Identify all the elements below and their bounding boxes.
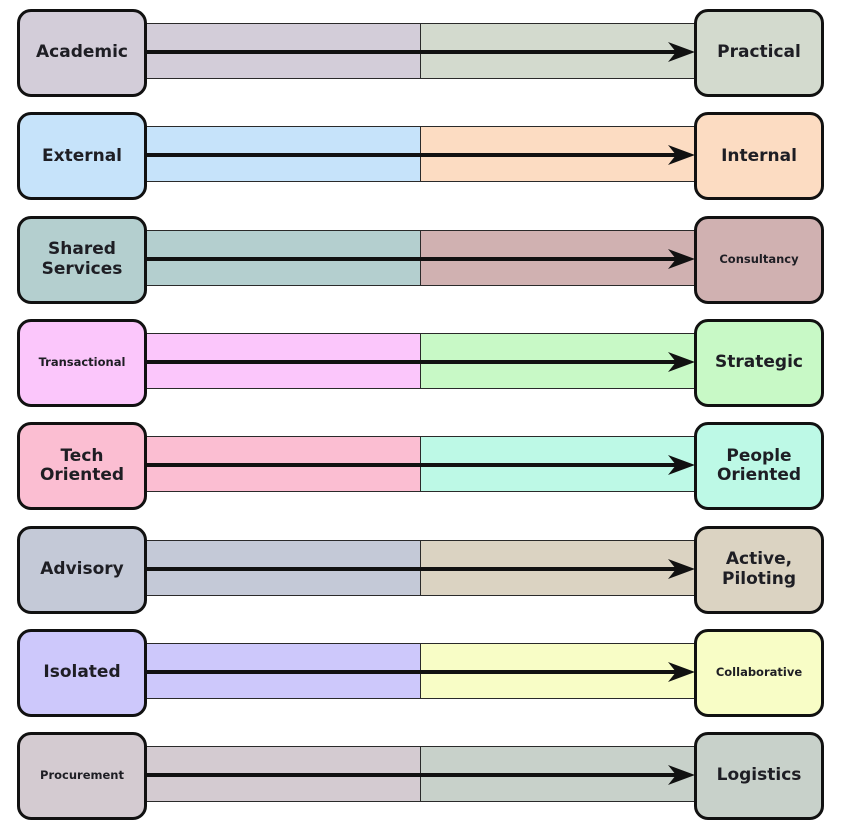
- arrow-right-icon: [140, 248, 695, 269]
- spectrum-row: Shared Services Consultancy: [0, 215, 844, 306]
- spectrum-end-label: Active, Piloting: [694, 525, 824, 614]
- spectrum-row: Isolated Collaborative: [0, 628, 844, 719]
- arrow-right-icon: [140, 765, 695, 786]
- spectrum-end-label: Logistics: [694, 732, 824, 821]
- arrow-right-icon: [140, 558, 695, 579]
- spectrum-start-label: Transactional: [17, 318, 147, 407]
- spectrum-start-label: Academic: [17, 9, 147, 97]
- spectrum-start-label: Procurement: [17, 732, 147, 821]
- spectrum-start-label: Isolated: [17, 628, 147, 717]
- arrow-right-icon: [140, 42, 695, 62]
- spectrum-end-label: Consultancy: [694, 215, 824, 304]
- spectrum-row: Procurement Logistics: [0, 732, 844, 822]
- spectrum-row: Transactional Strategic: [0, 318, 844, 409]
- spectrum-end-label: Internal: [694, 112, 824, 201]
- arrow-right-icon: [140, 455, 695, 476]
- spectrum-start-label: Advisory: [17, 525, 147, 614]
- spectrum-row: Academic Practical: [0, 9, 844, 99]
- spectrum-start-label: Shared Services: [17, 215, 147, 304]
- spectrum-end-label: Practical: [694, 9, 824, 97]
- spectrum-row: External Internal: [0, 112, 844, 202]
- spectrum-end-label: Collaborative: [694, 628, 824, 717]
- spectrum-row: Tech Oriented People Oriented: [0, 422, 844, 512]
- arrow-right-icon: [140, 145, 695, 166]
- spectrum-start-label: Tech Oriented: [17, 422, 147, 511]
- spectrum-start-label: External: [17, 112, 147, 201]
- arrow-right-icon: [140, 351, 695, 372]
- spectrum-end-label: People Oriented: [694, 422, 824, 511]
- spectrum-row: Advisory Active, Piloting: [0, 525, 844, 616]
- spectrum-end-label: Strategic: [694, 318, 824, 407]
- arrow-right-icon: [140, 661, 695, 682]
